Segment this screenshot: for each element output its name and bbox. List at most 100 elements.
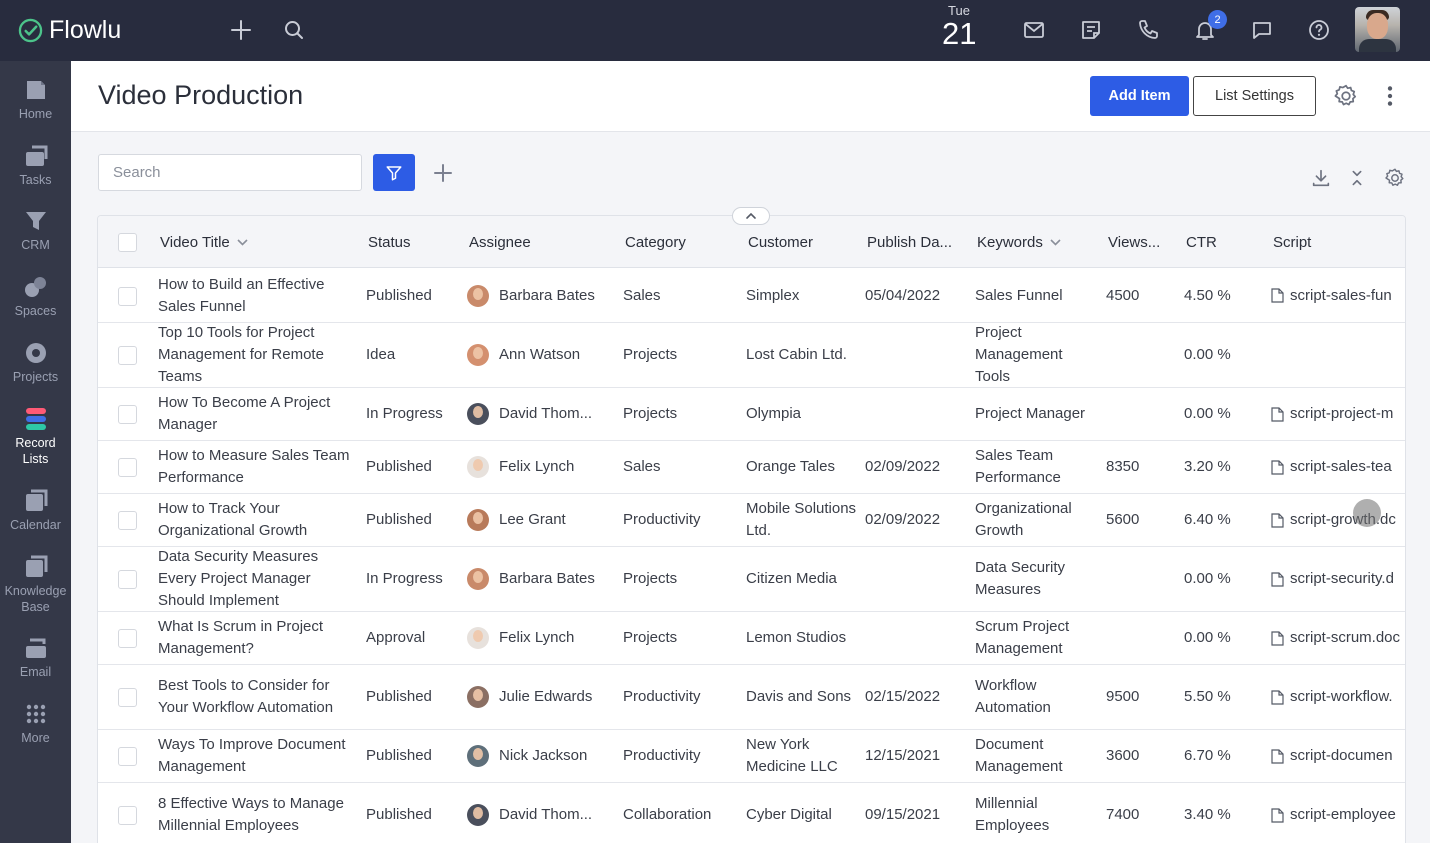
assignee-cell[interactable]: David Thom... xyxy=(467,783,607,843)
chat-icon[interactable] xyxy=(1248,16,1276,44)
row-checkbox[interactable] xyxy=(118,806,137,825)
keywords-cell: Scrum Project Management xyxy=(975,618,1070,657)
script-file-cell[interactable]: script-security.d xyxy=(1271,547,1405,611)
sidebar-item-more[interactable]: More xyxy=(0,701,71,746)
table-row[interactable]: Top 10 Tools for Project Management for … xyxy=(98,323,1405,388)
row-checkbox[interactable] xyxy=(118,629,137,648)
column-header-keywords[interactable]: Keywords xyxy=(977,234,1061,251)
sidebar-item-record-lists[interactable]: Record Lists xyxy=(0,406,71,467)
sidebar-item-knowledge-base[interactable]: Knowledge Base xyxy=(0,554,71,615)
phone-icon[interactable] xyxy=(1134,16,1162,44)
category-cell: Projects xyxy=(623,346,678,363)
ctr-cell: 6.40 % xyxy=(1184,511,1231,528)
sidebar-item-tasks[interactable]: Tasks xyxy=(0,143,71,188)
assignee-cell[interactable]: Nick Jackson xyxy=(467,730,607,782)
add-item-button[interactable]: Add Item xyxy=(1090,76,1189,116)
script-file-cell[interactable]: script-project-m xyxy=(1271,388,1405,440)
column-header-ctr[interactable]: CTR xyxy=(1186,234,1217,251)
assignee-cell[interactable]: David Thom... xyxy=(467,388,607,440)
publish-date-cell xyxy=(865,388,969,440)
assignee-cell[interactable]: Ann Watson xyxy=(467,323,607,387)
search-icon[interactable] xyxy=(280,16,308,44)
calendar-date[interactable]: Tue 21 xyxy=(942,4,976,50)
help-icon[interactable] xyxy=(1305,16,1333,44)
column-header-views[interactable]: Views... xyxy=(1108,234,1160,251)
search-input[interactable] xyxy=(98,154,362,191)
script-file-cell[interactable]: script-sales-fun xyxy=(1271,269,1405,322)
row-checkbox[interactable] xyxy=(118,346,137,365)
file-icon xyxy=(1271,512,1284,528)
column-header-script[interactable]: Script xyxy=(1273,234,1311,251)
customer-cell: Orange Tales xyxy=(746,458,835,475)
assignee-cell[interactable]: Barbara Bates xyxy=(467,547,607,611)
list-settings-button[interactable]: List Settings xyxy=(1193,76,1316,116)
add-filter-button[interactable] xyxy=(431,161,455,185)
collapse-toolbar-toggle[interactable] xyxy=(732,207,770,225)
script-file-cell[interactable]: script-growth.dc xyxy=(1271,494,1405,546)
scroll-indicator[interactable] xyxy=(1353,499,1381,527)
script-file-cell[interactable]: script-scrum.doc xyxy=(1271,612,1405,664)
column-header-publish-date[interactable]: Publish Da... xyxy=(867,234,952,251)
column-header-customer[interactable]: Customer xyxy=(748,234,813,251)
assignee-cell[interactable]: Felix Lynch xyxy=(467,441,607,493)
publish-date-cell: 02/09/2022 xyxy=(865,458,941,475)
notes-icon[interactable] xyxy=(1077,16,1105,44)
row-checkbox[interactable] xyxy=(118,287,137,306)
table-row[interactable]: How to Measure Sales Team Performance Pub… xyxy=(98,441,1405,494)
assignee-cell[interactable]: Julie Edwards xyxy=(467,665,607,729)
table-row[interactable]: 8 Effective Ways to Manage Millennial Em… xyxy=(98,783,1405,843)
user-avatar[interactable] xyxy=(1355,7,1400,52)
more-vertical-icon[interactable] xyxy=(1377,83,1403,109)
sidebar-item-calendar[interactable]: Calendar xyxy=(0,488,71,533)
assignee-cell[interactable]: Lee Grant xyxy=(467,494,607,546)
column-header-assignee[interactable]: Assignee xyxy=(469,234,531,251)
table-row[interactable]: Best Tools to Consider for Your Workflow… xyxy=(98,665,1405,730)
row-checkbox[interactable] xyxy=(118,570,137,589)
gear-icon[interactable] xyxy=(1333,83,1359,109)
assignee-cell[interactable]: Barbara Bates xyxy=(467,269,607,322)
filter-button[interactable] xyxy=(373,154,415,191)
script-file-cell[interactable]: script-sales-tea xyxy=(1271,441,1405,493)
table-row[interactable]: Data Security Measures Every Project Man… xyxy=(98,547,1405,612)
table-settings-icon[interactable] xyxy=(1384,167,1406,189)
sidebar-item-projects[interactable]: Projects xyxy=(0,340,71,385)
column-header-video-title[interactable]: Video Title xyxy=(160,234,248,251)
row-checkbox[interactable] xyxy=(118,688,137,707)
script-file-cell[interactable]: script-workflow. xyxy=(1271,665,1405,729)
publish-date-cell: 09/15/2021 xyxy=(865,806,941,823)
script-file-cell[interactable]: script-documen xyxy=(1271,730,1405,782)
column-header-category[interactable]: Category xyxy=(625,234,686,251)
select-all-checkbox[interactable] xyxy=(118,233,137,252)
notification-badge: 2 xyxy=(1208,10,1227,29)
ctr-cell: 6.70 % xyxy=(1184,747,1231,764)
sidebar-item-email[interactable]: Email xyxy=(0,635,71,680)
script-file-cell[interactable]: script-employee xyxy=(1271,783,1405,843)
table-row[interactable]: How To Become A Project Manager In Progre… xyxy=(98,388,1405,441)
plus-icon[interactable] xyxy=(227,16,255,44)
file-icon xyxy=(1271,748,1284,764)
sidebar-item-home[interactable]: Home xyxy=(0,77,71,122)
app-logo[interactable]: Flowlu xyxy=(18,16,121,45)
video-title-cell: Data Security Measures Every Project Man… xyxy=(158,548,319,609)
sidebar-item-crm[interactable]: CRM xyxy=(0,208,71,253)
table-row[interactable]: How to Track Your Organizational Growth P… xyxy=(98,494,1405,547)
sidebar-item-label: Email xyxy=(19,665,52,679)
table-row[interactable]: What Is Scrum in Project Management? Appr… xyxy=(98,612,1405,665)
sidebar-item-spaces[interactable]: Spaces xyxy=(0,274,71,319)
mail-icon[interactable] xyxy=(1020,16,1048,44)
assignee-avatar xyxy=(467,745,489,767)
row-checkbox[interactable] xyxy=(118,458,137,477)
column-header-status[interactable]: Status xyxy=(368,234,411,251)
row-checkbox[interactable] xyxy=(118,747,137,766)
assignee-cell[interactable]: Felix Lynch xyxy=(467,612,607,664)
download-icon[interactable] xyxy=(1310,167,1332,189)
category-cell: Productivity xyxy=(623,511,701,528)
collapse-rows-icon[interactable] xyxy=(1346,167,1368,189)
assignee-avatar xyxy=(467,627,489,649)
table-row[interactable]: Ways To Improve Document Management Publi… xyxy=(98,730,1405,783)
row-checkbox[interactable] xyxy=(118,405,137,424)
file-icon xyxy=(1271,406,1284,422)
row-checkbox[interactable] xyxy=(118,511,137,530)
category-cell: Sales xyxy=(623,458,661,475)
table-row[interactable]: How to Build an Effective Sales Funnel Pu… xyxy=(98,269,1405,323)
